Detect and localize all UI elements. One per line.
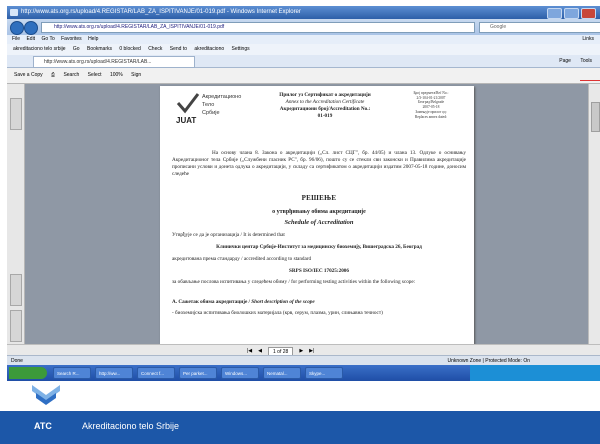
vertical-scrollbar[interactable]: [588, 84, 600, 344]
taskbar-item[interactable]: Nematal...: [263, 367, 301, 379]
attachments-tab[interactable]: [10, 274, 22, 306]
navigation-pane: [7, 84, 25, 344]
header-line-2: Annex to the Accreditation Certificate: [285, 99, 365, 105]
scope-line: за обављање послова испитивања у следеће…: [172, 279, 416, 285]
checkmark-icon: [176, 93, 200, 114]
check-button[interactable]: Check: [148, 46, 162, 52]
taskbar-item[interactable]: Connect f...: [137, 367, 175, 379]
decorative-line: [580, 80, 600, 81]
pdf-viewer: Акредитационо Тело Србије JUAT Прилог уз…: [7, 84, 600, 344]
decision-subtitle: о утврђивању обима акредитације: [272, 209, 366, 215]
reference-box: Број предмета/Ref No.: 2/3-104-01-21/200…: [394, 91, 468, 119]
footer-title: Akreditaciono telo Srbije: [82, 421, 180, 431]
browser-screenshot: http://www.ats.org.rs/upload/4.REGISTAR/…: [7, 6, 600, 381]
google-go-button[interactable]: Go: [73, 46, 80, 52]
address-input[interactable]: http://www.ats.org.rs/upload/4.REGISTAR/…: [41, 22, 475, 33]
command-bar: Page Tools: [559, 55, 592, 67]
taskbar-item[interactable]: Per parket...: [179, 367, 217, 379]
logo-abbr: JUAT: [176, 116, 197, 125]
close-button[interactable]: [581, 8, 596, 19]
logo-line-3: Србије: [202, 110, 220, 116]
accredited-line: акредитована према стандарду / accredite…: [172, 256, 312, 262]
menu-goto[interactable]: Go To: [41, 35, 54, 44]
menu-help[interactable]: Help: [88, 35, 98, 44]
header-line-1: Прилог уз Сертификат о акредитацији: [279, 92, 371, 98]
lab-name: Клинички центар Србије-Институт за медиц…: [216, 244, 422, 250]
bookmarks-button[interactable]: Bookmarks: [87, 46, 112, 52]
logo-line-2: Тело: [202, 102, 215, 108]
comments-tab[interactable]: [10, 310, 22, 342]
pages-tab[interactable]: [10, 98, 22, 130]
select-button[interactable]: Select: [88, 72, 102, 78]
decision-english: Schedule of Accreditation: [284, 219, 354, 226]
menu-edit[interactable]: Edit: [26, 35, 35, 44]
ats-logo: Акредитационо Тело Србије JUAT: [176, 92, 242, 128]
ie-icon: [10, 9, 18, 16]
menu-bar: File Edit Go To Favorites Help Links: [7, 35, 600, 44]
tab-row: http://www.ats.org.rs/upload/4.REGISTAR/…: [7, 55, 600, 68]
send-to-button[interactable]: Send to: [170, 46, 187, 52]
standard-name: SRPS ISO/IEC 17025:2006: [289, 268, 349, 274]
chevron-logo-icon: [32, 385, 60, 405]
tools-menu[interactable]: Tools: [580, 58, 592, 64]
taskbar-item[interactable]: Search R...: [53, 367, 91, 379]
settings-button[interactable]: Settings: [232, 46, 250, 52]
start-button[interactable]: [9, 367, 47, 379]
section-a-title: А. Сажетак обима акредитације /: [172, 299, 250, 305]
taskbar-item[interactable]: Skype...: [305, 367, 343, 379]
logo-line-1: Акредитационо: [202, 94, 242, 100]
system-tray: [470, 365, 600, 381]
footer-abbr: ATC: [34, 421, 52, 431]
section-a: А. Сажетак обима акредитације / Short de…: [172, 299, 466, 306]
scrollbar-thumb[interactable]: [591, 102, 600, 132]
address-bar-row: http://www.ats.org.rs/upload/4.REGISTAR/…: [7, 19, 600, 35]
window-title: http://www.ats.org.rs/upload/4.REGISTAR/…: [21, 9, 301, 15]
page-menu[interactable]: Page: [559, 58, 571, 64]
search-input[interactable]: Google: [479, 22, 600, 33]
minimize-button[interactable]: [547, 8, 562, 19]
save-copy-button[interactable]: Save a Copy: [14, 72, 43, 78]
confirm-line: Утврђује се да је организација / It is d…: [172, 232, 285, 238]
scope-item: - биохемијска испитивања биолошких матер…: [172, 310, 383, 316]
window-controls: [547, 8, 596, 19]
popup-blocked[interactable]: 0 blocked: [119, 46, 140, 52]
accreditation-number: 01-019: [317, 113, 333, 119]
search-button[interactable]: Search: [63, 72, 79, 78]
header-line-3: Акредитациони број/Accreditation No.:: [279, 106, 371, 112]
ref-line: Replaces annex dated:: [414, 114, 448, 119]
maximize-button[interactable]: [564, 8, 579, 19]
intro-paragraph: На основу члана 8. Закона о акредитацији…: [172, 150, 466, 177]
browser-tab[interactable]: http://www.ats.org.rs/upload/4.REGISTAR/…: [33, 56, 195, 68]
slide-footer: ATC Akreditaciono telo Srbije: [0, 381, 600, 444]
decision-title: РЕШЕЊЕ: [301, 194, 337, 202]
window-titlebar: http://www.ats.org.rs/upload/4.REGISTAR/…: [7, 6, 600, 19]
pdf-page: Акредитационо Тело Србије JUAT Прилог уз…: [160, 86, 474, 344]
section-a-english: Short description of the scope: [251, 299, 315, 305]
links-label[interactable]: Links: [582, 35, 594, 44]
google-search-box[interactable]: akreditaciono telo srbije: [13, 46, 66, 52]
windows-taskbar: Search R... http://ww... Connect f... Pe…: [7, 365, 600, 381]
menu-favorites[interactable]: Favorites: [61, 35, 82, 44]
forward-icon[interactable]: [24, 21, 38, 35]
zoom-level[interactable]: 100%: [110, 72, 123, 78]
back-icon[interactable]: [10, 21, 24, 35]
pdf-toolbar: Save a Copy ⎙ Search Select 100% Sign: [7, 68, 600, 84]
taskbar-item[interactable]: http://ww...: [95, 367, 133, 379]
sign-button[interactable]: Sign: [131, 72, 141, 78]
document-header: Прилог уз Сертификат о акредитацији Anne…: [264, 92, 386, 120]
taskbar-item[interactable]: Windows...: [221, 367, 259, 379]
highlight-term[interactable]: akreditaciono: [194, 46, 224, 52]
menu-file[interactable]: File: [12, 35, 20, 44]
print-icon[interactable]: ⎙: [51, 72, 55, 78]
presentation-slide: http://www.ats.org.rs/upload/4.REGISTAR/…: [0, 0, 600, 444]
